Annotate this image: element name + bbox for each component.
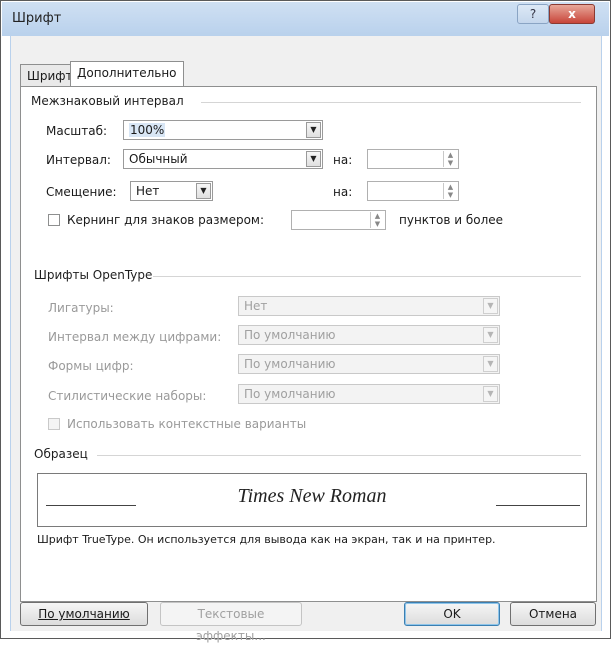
spacing-group-title: Межзнаковый интервал — [31, 94, 184, 108]
position-label: Смещение: — [46, 185, 117, 199]
font-preview-box: Times New Roman — [37, 473, 587, 527]
close-button[interactable]: x — [549, 4, 595, 24]
chevron-down-icon[interactable]: ▼ — [483, 298, 498, 314]
opentype-group-divider — [153, 276, 581, 277]
spacing-amount-spinner[interactable]: ▲ ▼ — [367, 149, 459, 169]
spacing-group-divider — [201, 102, 581, 103]
preview-group-title: Образец — [34, 447, 88, 461]
number-forms-label: Формы цифр: — [48, 359, 134, 373]
chevron-down-icon[interactable]: ▼ — [483, 386, 498, 402]
number-forms-value: По умолчанию — [244, 357, 336, 371]
cancel-label: Отмена — [528, 607, 578, 621]
scale-combo[interactable]: 100% ▼ — [123, 120, 323, 140]
preview-baseline-right — [496, 505, 580, 506]
chevron-down-icon[interactable]: ▼ — [196, 183, 211, 199]
ligatures-value: Нет — [244, 299, 268, 313]
tab-font-label: Шрифт — [27, 69, 73, 83]
number-spacing-value: По умолчанию — [244, 328, 336, 342]
tab-advanced[interactable]: Дополнительно — [70, 61, 184, 86]
contextual-alternates-checkbox[interactable] — [48, 418, 60, 430]
font-type-note: Шрифт TrueType. Он используется для выво… — [37, 533, 496, 546]
chevron-down-icon[interactable]: ▼ — [306, 151, 321, 167]
spacing-value: Обычный — [129, 152, 188, 166]
number-spacing-label: Интервал между цифрами: — [48, 330, 222, 344]
stylistic-sets-value: По умолчанию — [244, 387, 336, 401]
spinner-arrows-icon[interactable]: ▲ ▼ — [443, 151, 457, 167]
kerning-size-spinner[interactable]: ▲ ▼ — [291, 210, 386, 230]
position-on-label: на: — [333, 185, 353, 199]
contextual-alternates-label: Использовать контекстные варианты — [67, 417, 307, 431]
scale-label: Масштаб: — [46, 124, 108, 138]
title-bar: Шрифт ? x — [2, 2, 609, 36]
ok-button[interactable]: OK — [404, 602, 500, 626]
spinner-arrows-icon[interactable]: ▲ ▼ — [443, 183, 457, 199]
scale-value: 100% — [129, 123, 166, 137]
kerning-suffix: пунктов и более — [399, 213, 504, 227]
set-as-default-button[interactable]: По умолчанию — [20, 602, 148, 626]
cancel-button[interactable]: Отмена — [510, 602, 596, 626]
window-title: Шрифт — [12, 11, 62, 26]
ok-label: OK — [443, 607, 461, 621]
number-forms-combo[interactable]: По умолчанию ▼ — [238, 354, 500, 374]
ligatures-label: Лигатуры: — [48, 301, 114, 315]
spacing-combo[interactable]: Обычный ▼ — [123, 149, 323, 169]
spacing-on-label: на: — [333, 153, 353, 167]
position-combo[interactable]: Нет ▼ — [130, 181, 213, 201]
position-amount-spinner[interactable]: ▲ ▼ — [367, 181, 459, 201]
ligatures-combo[interactable]: Нет ▼ — [238, 296, 500, 316]
help-button[interactable]: ? — [517, 4, 549, 24]
position-value: Нет — [136, 184, 160, 198]
tab-advanced-label: Дополнительно — [77, 66, 177, 80]
number-spacing-combo[interactable]: По умолчанию ▼ — [238, 325, 500, 345]
text-effects-button[interactable]: Текстовые эффекты... — [160, 602, 302, 643]
chevron-down-icon[interactable]: ▼ — [483, 356, 498, 372]
stylistic-sets-label: Стилистические наборы: — [48, 389, 207, 403]
chevron-down-icon[interactable]: ▼ — [306, 122, 321, 138]
preview-group-divider — [97, 455, 581, 456]
opentype-group-title: Шрифты OpenType — [34, 268, 153, 282]
spacing-label: Интервал: — [46, 153, 111, 167]
text-effects-label: Текстовые эффекты... — [196, 607, 266, 643]
kerning-checkbox[interactable] — [48, 214, 60, 226]
kerning-label: Кернинг для знаков размером: — [67, 213, 265, 227]
chevron-down-icon[interactable]: ▼ — [483, 327, 498, 343]
stylistic-sets-combo[interactable]: По умолчанию ▼ — [238, 384, 500, 404]
set-as-default-label: По умолчанию — [38, 607, 130, 621]
font-dialog: Шрифт ? x Шрифт Дополнительно Межзнаковы… — [0, 0, 611, 643]
spinner-arrows-icon[interactable]: ▲ ▼ — [370, 212, 384, 228]
